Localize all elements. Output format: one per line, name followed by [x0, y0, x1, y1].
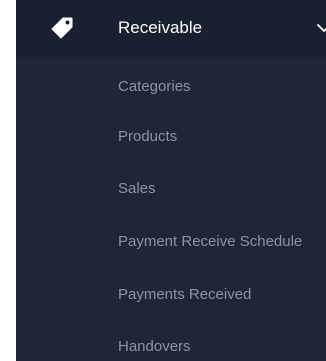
submenu-item-payments-received[interactable]: Payments Received: [118, 285, 251, 305]
menu-group-receivable[interactable]: Receivable: [16, 0, 326, 57]
submenu-item-products[interactable]: Products: [118, 127, 177, 147]
submenu-item-handovers[interactable]: Handovers: [118, 337, 191, 357]
menu-group-title: Receivable: [118, 18, 203, 37]
submenu-item-sales[interactable]: Sales: [118, 179, 156, 199]
chevron-down-icon[interactable]: [316, 20, 326, 36]
submenu-item-payment-receive-schedule[interactable]: Payment Receive Schedule: [118, 232, 302, 252]
submenu-item-categories[interactable]: Categories: [118, 77, 191, 97]
sidebar-nav: Receivable Categories Products Sales Pay…: [16, 0, 326, 361]
tag-icon: [51, 17, 73, 39]
